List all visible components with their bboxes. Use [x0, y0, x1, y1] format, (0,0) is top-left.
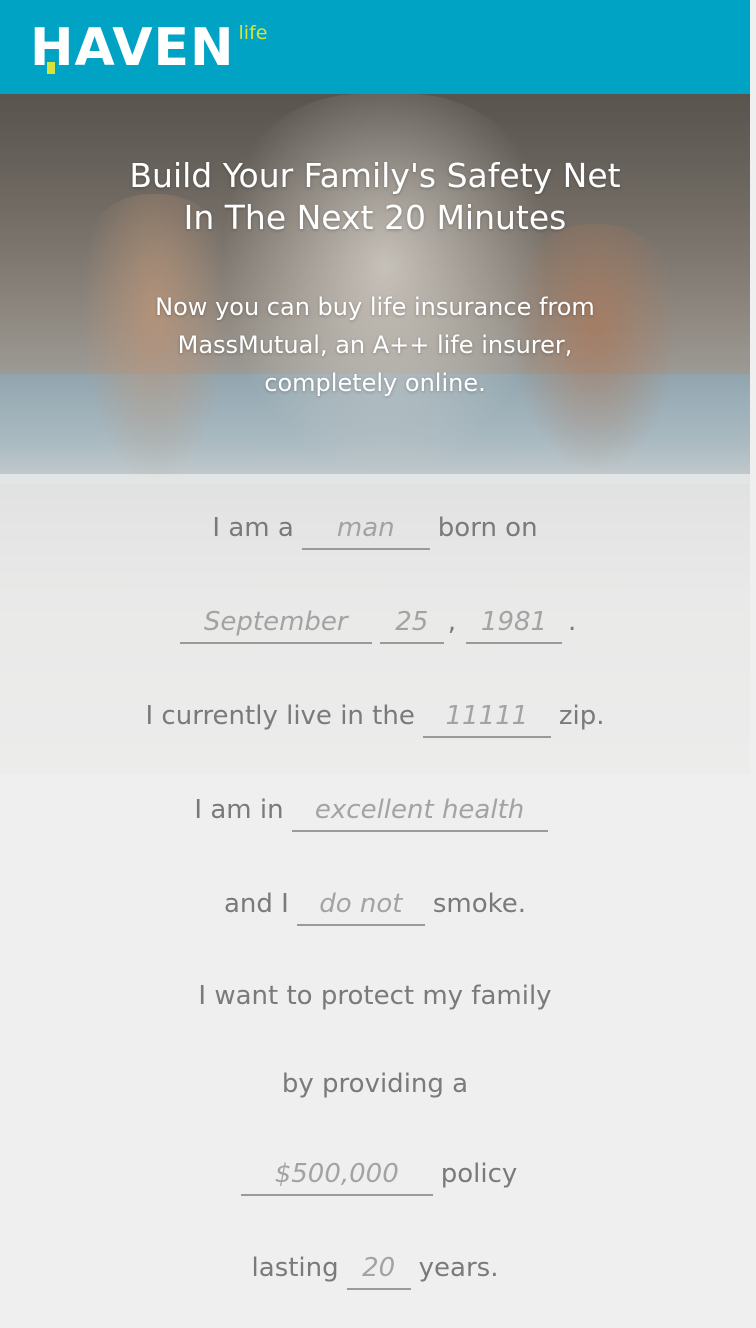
hero-title-line-1: Build Your Family's Safety Net: [129, 156, 621, 195]
form-line-gender: I am a man born on: [0, 498, 750, 558]
date-period: .: [568, 607, 577, 637]
term-prefix-text: lasting: [251, 1253, 339, 1283]
date-comma: ,: [447, 607, 456, 637]
form-line-term: lasting 20 years.: [0, 1238, 750, 1298]
form-line-providing: by providing a: [0, 1054, 750, 1114]
gender-prefix-text: I am a: [212, 513, 294, 543]
hero-subtitle-line-3: completely online.: [264, 369, 486, 397]
coverage-suffix-text: policy: [440, 1159, 518, 1189]
gender-suffix-text: born on: [437, 513, 538, 543]
logo-wordmark: HAVEN: [30, 18, 235, 78]
form-line-protect: I want to protect my family: [0, 966, 750, 1026]
health-prefix-text: I am in: [194, 795, 284, 825]
providing-text: by providing a: [281, 1069, 469, 1099]
protect-family-text: I want to protect my family: [198, 981, 552, 1011]
form-line-birthdate: September 25 , 1981 .: [0, 592, 750, 652]
zip-suffix-text: zip.: [558, 701, 605, 731]
term-suffix-text: years.: [418, 1253, 499, 1283]
coverage-amount-select[interactable]: $500,000: [240, 1152, 433, 1196]
term-length-select[interactable]: 20: [346, 1246, 411, 1290]
hero-photo-father: [220, 94, 550, 474]
hero-section: Build Your Family's Safety Net In The Ne…: [0, 94, 750, 774]
site-header: HAVEN life: [0, 0, 750, 94]
hero-title-line-2: In The Next 20 Minutes: [183, 198, 567, 237]
health-select[interactable]: excellent health: [291, 788, 548, 832]
smoking-select[interactable]: do not: [296, 882, 425, 926]
form-line-coverage: $500,000 policy: [0, 1144, 750, 1204]
hero-subtitle-line-1: Now you can buy life insurance from: [155, 293, 595, 321]
birth-year-input[interactable]: 1981: [466, 600, 562, 644]
form-line-smoking: and I do not smoke.: [0, 874, 750, 934]
haven-life-logo[interactable]: HAVEN life: [30, 22, 267, 74]
gender-select[interactable]: man: [301, 506, 430, 550]
birth-day-input[interactable]: 25: [379, 600, 444, 644]
birth-month-select[interactable]: September: [179, 600, 372, 644]
logo-life-suffix: life: [238, 22, 268, 44]
hero-subtitle-line-2: MassMutual, an A++ life insurer,: [177, 331, 573, 359]
form-line-health: I am in excellent health: [0, 780, 750, 840]
hero-subtitle: Now you can buy life insurance from Mass…: [0, 288, 750, 402]
smoke-prefix-text: and I: [223, 889, 289, 919]
form-line-zip: I currently live in the 11111 zip.: [0, 686, 750, 746]
smoke-suffix-text: smoke.: [432, 889, 527, 919]
zip-input[interactable]: 11111: [422, 694, 551, 738]
logo-accent-mark: [47, 62, 55, 74]
zip-prefix-text: I currently live in the: [145, 701, 415, 731]
hero-title: Build Your Family's Safety Net In The Ne…: [0, 155, 750, 239]
